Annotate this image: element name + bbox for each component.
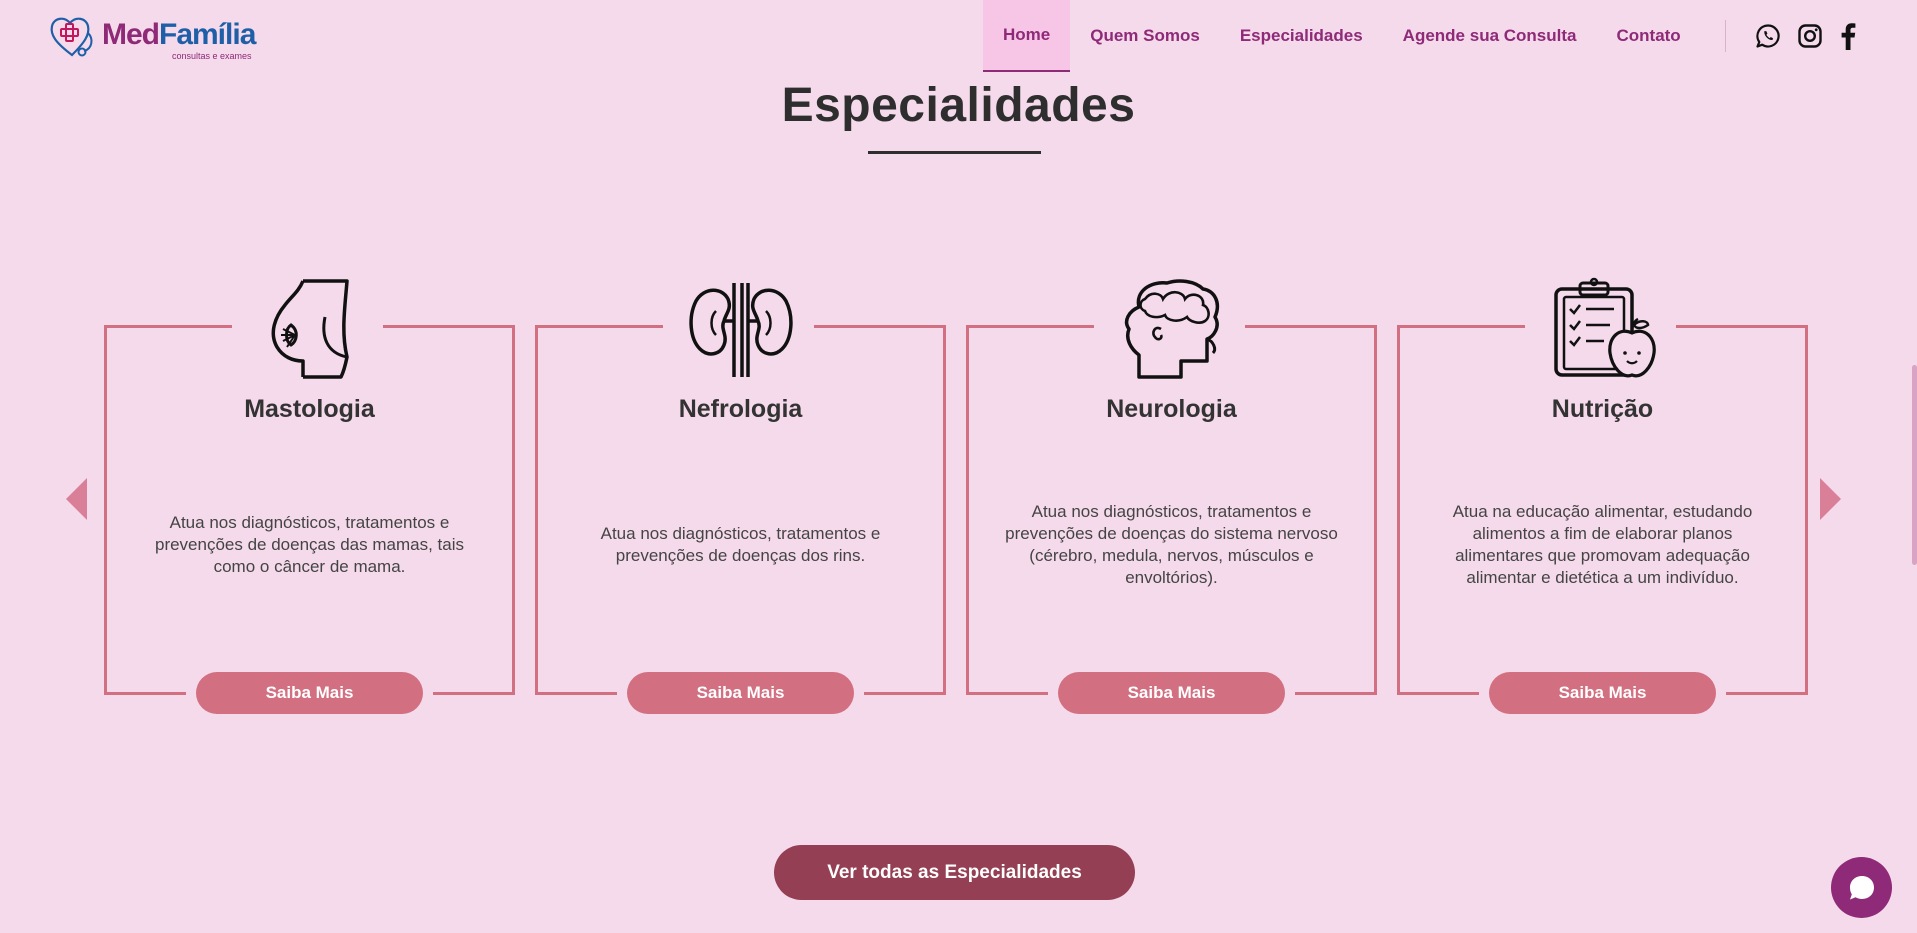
card-description: Atua nos diagnósticos, tratamentos e pre… (1005, 502, 1338, 587)
breast-icon (271, 279, 349, 379)
specialty-card-nutricao: Nutrição Atua na educação alimentar, est… (1397, 277, 1808, 714)
kidneys-icon (689, 283, 793, 377)
saiba-mais-button-neurologia[interactable]: Saiba Mais (1058, 672, 1285, 714)
brain-head-icon (1124, 279, 1220, 379)
logo-word-med: Med (102, 18, 160, 51)
carousel-prev-arrow-icon[interactable] (66, 478, 88, 520)
page-scrollbar[interactable] (1912, 365, 1917, 565)
nav-quem-somos[interactable]: Quem Somos (1070, 0, 1220, 72)
logo[interactable]: MedFamília consultas e exames (48, 13, 258, 61)
chat-widget-button[interactable] (1831, 857, 1892, 918)
specialty-card-mastologia: Mastologia Atua nos diagnósticos, tratam… (104, 279, 515, 714)
ver-todas-especialidades-button[interactable]: Ver todas as Especialidades (774, 845, 1135, 900)
saiba-mais-button-nutricao[interactable]: Saiba Mais (1489, 672, 1716, 714)
page: MedFamília consultas e exames Home Quem … (0, 0, 1917, 933)
nav-agende-consulta[interactable]: Agende sua Consulta (1383, 0, 1597, 72)
nav-especialidades[interactable]: Especialidades (1220, 0, 1383, 72)
carousel-next-arrow-icon[interactable] (1819, 478, 1841, 520)
card-title: Nefrologia (678, 395, 803, 423)
card-description: Atua nos diagnósticos, tratamentos e pre… (154, 513, 464, 576)
saiba-mais-button-nefrologia[interactable]: Saiba Mais (627, 672, 854, 714)
heart-stethoscope-icon (50, 17, 93, 57)
nav-divider (1725, 20, 1726, 52)
logo-wordmark: MedFamília (102, 18, 256, 51)
logo-word-familia: Família (159, 18, 256, 51)
specialty-card-nefrologia: Nefrologia Atua nos diagnósticos, tratam… (535, 283, 946, 714)
card-title: Neurologia (1106, 395, 1237, 423)
card-title: Nutrição (1551, 395, 1654, 423)
clipboard-apple-icon (1554, 277, 1656, 378)
title-underline (868, 151, 1041, 154)
card-description: Atua nos diagnósticos, tratamentos e pre… (600, 524, 881, 565)
section-title: Especialidades (781, 79, 1136, 132)
instagram-icon[interactable] (1794, 20, 1826, 52)
specialty-card-neurologia: Neurologia Atua nos diagnósticos, tratam… (966, 279, 1377, 714)
card-title: Mastologia (244, 395, 375, 423)
saiba-mais-button-mastologia[interactable]: Saiba Mais (196, 672, 423, 714)
main-nav: Home Quem Somos Especialidades Agende su… (983, 0, 1701, 72)
whatsapp-icon[interactable] (1752, 20, 1784, 52)
nav-home[interactable]: Home (983, 0, 1071, 72)
nav-contato[interactable]: Contato (1596, 0, 1700, 72)
logo-tagline: consultas e exames (172, 51, 252, 61)
facebook-icon[interactable] (1832, 20, 1864, 52)
card-description: Atua na educação alimentar, estudando al… (1452, 502, 1753, 587)
chat-bubble-icon (1849, 875, 1874, 899)
